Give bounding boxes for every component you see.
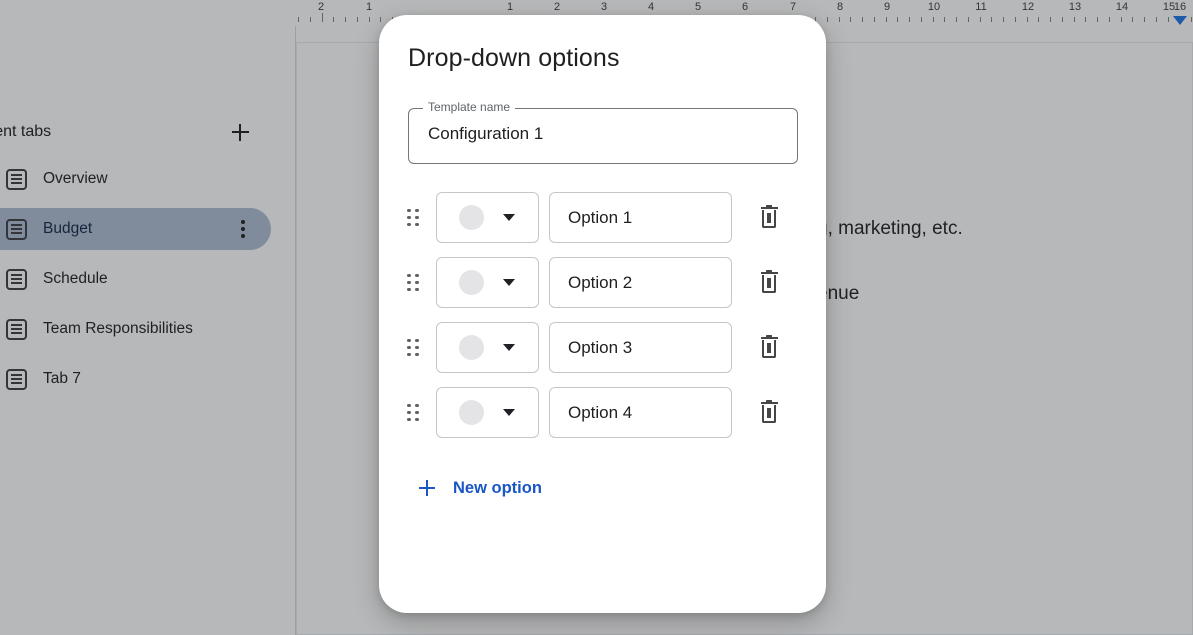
plus-icon <box>419 480 435 496</box>
delete-option-button[interactable] <box>749 263 789 303</box>
option-color-select[interactable] <box>436 387 539 438</box>
chevron-down-icon <box>503 344 515 351</box>
template-name-field[interactable]: Template name Configuration 1 <box>408 100 798 164</box>
template-name-input[interactable]: Configuration 1 <box>428 124 543 144</box>
delete-option-button[interactable] <box>749 198 789 238</box>
dialog-title: Drop-down options <box>408 44 620 72</box>
delete-option-button[interactable] <box>749 393 789 433</box>
option-text-value: Option 3 <box>568 337 633 357</box>
color-swatch-icon <box>459 270 484 295</box>
option-color-select[interactable] <box>436 322 539 373</box>
option-text-value: Option 4 <box>568 402 633 422</box>
option-color-select[interactable] <box>436 192 539 243</box>
drag-handle-icon[interactable] <box>406 401 422 425</box>
drag-handle-icon[interactable] <box>406 271 422 295</box>
screen: 2112345678910111213141516 cument tabs Ov… <box>0 0 1193 635</box>
color-swatch-icon <box>459 205 484 230</box>
option-text-input[interactable]: Option 3 <box>549 322 732 373</box>
chevron-down-icon <box>503 279 515 286</box>
trash-icon <box>760 269 778 293</box>
drag-handle-icon[interactable] <box>406 336 422 360</box>
option-row: Option 4 <box>379 380 826 445</box>
trash-icon <box>760 399 778 423</box>
new-option-label: New option <box>453 478 542 497</box>
drag-handle-icon[interactable] <box>406 206 422 230</box>
option-text-value: Option 2 <box>568 272 633 292</box>
delete-option-button[interactable] <box>749 328 789 368</box>
trash-icon <box>760 334 778 358</box>
option-color-select[interactable] <box>436 257 539 308</box>
option-rows-list: Option 1 Option 2 Option 3 Option 4 <box>379 185 826 445</box>
trash-icon <box>760 204 778 228</box>
option-row: Option 3 <box>379 315 826 380</box>
option-text-input[interactable]: Option 1 <box>549 192 732 243</box>
new-option-button[interactable]: New option <box>419 468 542 508</box>
option-text-value: Option 1 <box>568 207 633 227</box>
option-text-input[interactable]: Option 2 <box>549 257 732 308</box>
option-row: Option 1 <box>379 185 826 250</box>
color-swatch-icon <box>459 335 484 360</box>
template-name-label: Template name <box>423 100 516 114</box>
drop-down-options-dialog: Drop-down options Template name Configur… <box>379 15 826 613</box>
chevron-down-icon <box>503 214 515 221</box>
color-swatch-icon <box>459 400 484 425</box>
option-row: Option 2 <box>379 250 826 315</box>
chevron-down-icon <box>503 409 515 416</box>
option-text-input[interactable]: Option 4 <box>549 387 732 438</box>
